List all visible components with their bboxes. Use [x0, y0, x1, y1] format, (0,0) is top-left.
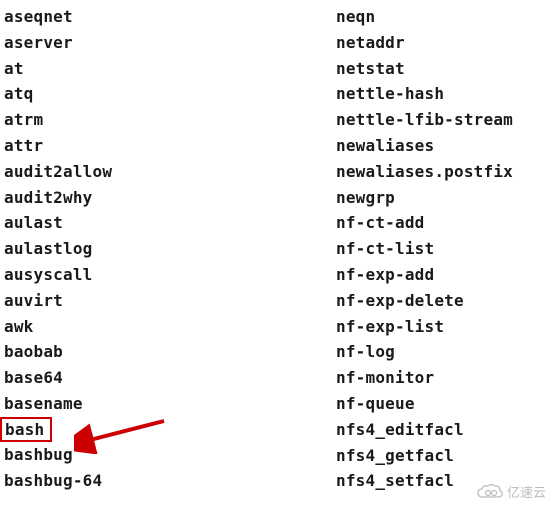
list-item-highlighted: bash	[0, 417, 52, 442]
list-item: nf-log	[336, 339, 513, 365]
list-item: newaliases	[336, 133, 513, 159]
watermark: 亿速云	[475, 482, 546, 501]
list-item: newaliases.postfix	[336, 159, 513, 185]
list-item: nettle-hash	[336, 81, 513, 107]
list-item: audit2why	[4, 185, 336, 211]
list-item: awk	[4, 314, 336, 340]
list-item: base64	[4, 365, 336, 391]
list-item: baobab	[4, 339, 336, 365]
list-item: nf-exp-add	[336, 262, 513, 288]
list-item: netaddr	[336, 30, 513, 56]
list-item: nf-ct-add	[336, 210, 513, 236]
list-item: nfs4_editfacl	[336, 417, 513, 443]
list-item: atq	[4, 81, 336, 107]
list-item: attr	[4, 133, 336, 159]
list-item: newgrp	[336, 185, 513, 211]
list-item: nf-exp-delete	[336, 288, 513, 314]
list-item: atrm	[4, 107, 336, 133]
cloud-icon	[475, 483, 505, 501]
list-item: aulast	[4, 210, 336, 236]
list-item: neqn	[336, 4, 513, 30]
watermark-text: 亿速云	[507, 482, 546, 501]
list-item: nettle-lfib-stream	[336, 107, 513, 133]
list-item: nfs4_getfacl	[336, 443, 513, 469]
list-item: at	[4, 56, 336, 82]
left-column: aseqnet aserver at atq atrm attr audit2a…	[0, 4, 336, 494]
list-item: basename	[4, 391, 336, 417]
list-item: nf-queue	[336, 391, 513, 417]
command-list-container: aseqnet aserver at atq atrm attr audit2a…	[0, 0, 554, 494]
list-item: aseqnet	[4, 4, 336, 30]
list-item: aulastlog	[4, 236, 336, 262]
list-item: nf-ct-list	[336, 236, 513, 262]
list-item: nf-exp-list	[336, 314, 513, 340]
right-column: neqn netaddr netstat nettle-hash nettle-…	[336, 4, 513, 494]
list-item: ausyscall	[4, 262, 336, 288]
list-item: aserver	[4, 30, 336, 56]
list-item: auvirt	[4, 288, 336, 314]
list-item: bashbug-64	[4, 468, 336, 494]
list-item: audit2allow	[4, 159, 336, 185]
list-item: netstat	[336, 56, 513, 82]
list-item: bashbug	[4, 442, 336, 468]
list-item: nf-monitor	[336, 365, 513, 391]
